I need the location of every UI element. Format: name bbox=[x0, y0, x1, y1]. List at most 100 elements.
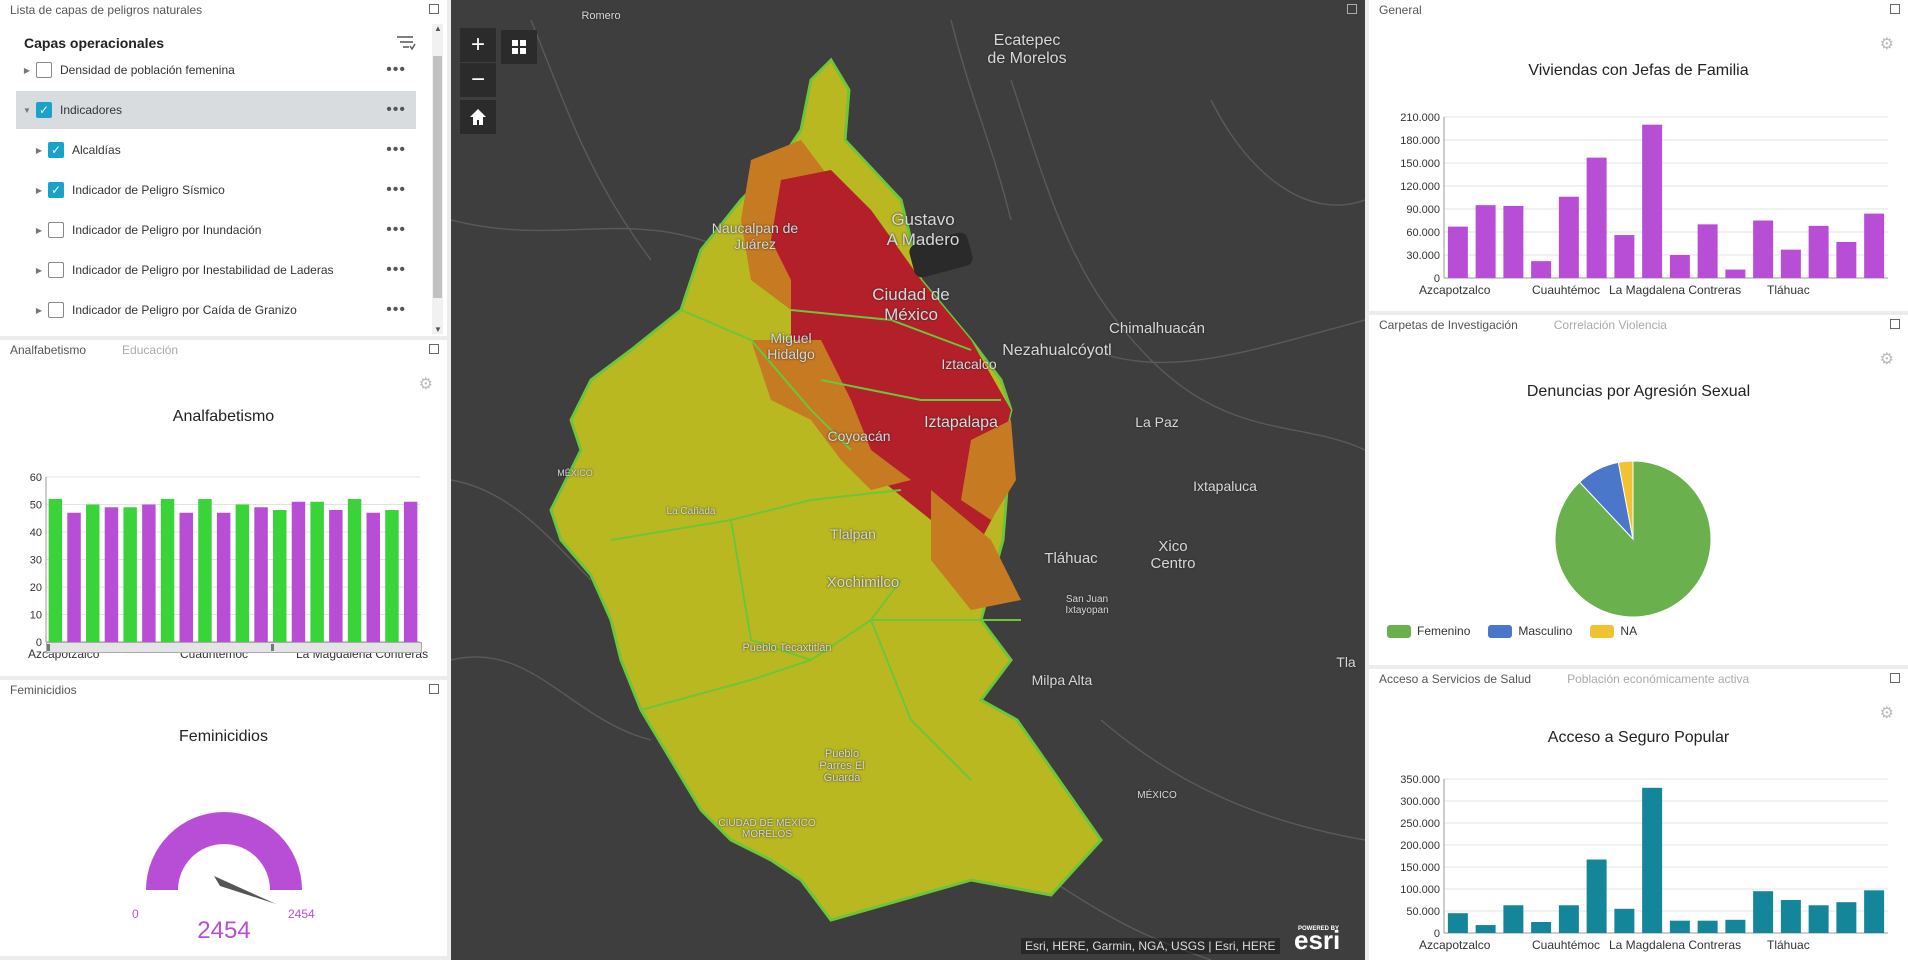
bar[interactable] bbox=[1864, 213, 1885, 278]
bar[interactable] bbox=[1669, 255, 1690, 278]
layer-item[interactable]: ▶ ✓ Indicador de Peligro Sísmico ••• bbox=[16, 171, 416, 209]
zoom-out-button[interactable]: − bbox=[460, 63, 496, 97]
bar[interactable] bbox=[1780, 900, 1801, 933]
layer-checkbox[interactable]: ✓ bbox=[48, 182, 64, 198]
layer-options-icon[interactable]: ••• bbox=[386, 301, 406, 319]
bar[interactable] bbox=[235, 504, 250, 643]
bar[interactable] bbox=[1614, 908, 1635, 933]
maximize-icon[interactable] bbox=[429, 684, 439, 694]
bar[interactable] bbox=[329, 510, 343, 642]
bar[interactable] bbox=[273, 510, 287, 642]
chart-scroll-slider[interactable] bbox=[46, 642, 422, 653]
bar[interactable] bbox=[1642, 787, 1663, 933]
bar[interactable] bbox=[123, 507, 137, 642]
layer-item[interactable]: ▼ ✓ Indicadores ••• bbox=[16, 91, 416, 129]
layer-item[interactable]: ▶ Indicador de Peligro por Caída de Grani… bbox=[16, 291, 416, 329]
bar[interactable] bbox=[1503, 905, 1524, 933]
bar[interactable] bbox=[1808, 225, 1829, 278]
slider-handle-center[interactable] bbox=[271, 644, 274, 651]
bar[interactable] bbox=[310, 501, 324, 642]
caret-right-icon[interactable]: ▶ bbox=[34, 186, 44, 195]
layer-item[interactable]: ▶ Indicador de Peligro por Inestabilidad … bbox=[16, 251, 416, 289]
maximize-icon[interactable] bbox=[1347, 4, 1357, 14]
bar[interactable] bbox=[1725, 269, 1746, 278]
scrollbar-up-icon[interactable]: ▲ bbox=[434, 24, 442, 33]
bar[interactable] bbox=[1475, 205, 1496, 278]
bar[interactable] bbox=[1864, 890, 1885, 933]
layer-options-icon[interactable]: ••• bbox=[386, 221, 406, 239]
bar[interactable] bbox=[1531, 922, 1552, 933]
bar[interactable] bbox=[1447, 913, 1468, 933]
caret-right-icon[interactable]: ▶ bbox=[34, 266, 44, 275]
gear-icon[interactable]: ⚙ bbox=[419, 374, 433, 394]
bar[interactable] bbox=[1780, 249, 1801, 278]
layer-item[interactable]: ▶ Densidad de población femenina ••• bbox=[16, 51, 416, 89]
layer-checkbox[interactable] bbox=[48, 302, 64, 318]
layer-checkbox[interactable]: ✓ bbox=[48, 142, 64, 158]
bar[interactable] bbox=[1475, 925, 1496, 933]
caret-right-icon[interactable]: ▶ bbox=[34, 306, 44, 315]
bar[interactable] bbox=[179, 512, 193, 642]
bar[interactable] bbox=[142, 504, 156, 643]
legend-item[interactable]: NA bbox=[1590, 624, 1637, 638]
filter-list-icon[interactable] bbox=[396, 34, 416, 52]
bar[interactable] bbox=[1697, 224, 1718, 278]
bar[interactable] bbox=[216, 512, 231, 642]
bar[interactable] bbox=[366, 512, 380, 642]
tab-analfabetismo[interactable]: Analfabetismo bbox=[10, 343, 86, 357]
layer-item[interactable]: ▶ ✓ Alcaldías ••• bbox=[16, 131, 416, 169]
bar[interactable] bbox=[1558, 905, 1579, 933]
legend-item[interactable]: Femenino bbox=[1387, 624, 1470, 638]
bar[interactable] bbox=[1753, 220, 1774, 279]
bar[interactable] bbox=[1531, 261, 1552, 278]
bar[interactable] bbox=[1642, 124, 1663, 279]
layer-options-icon[interactable]: ••• bbox=[386, 141, 406, 159]
legend-item[interactable]: Masculino bbox=[1488, 624, 1572, 638]
layer-options-icon[interactable]: ••• bbox=[386, 181, 406, 199]
basemap-gallery-button[interactable] bbox=[501, 30, 537, 64]
bar[interactable] bbox=[1447, 226, 1468, 278]
layer-options-icon[interactable]: ••• bbox=[386, 101, 406, 119]
maximize-icon[interactable] bbox=[1890, 673, 1900, 683]
bar[interactable] bbox=[48, 499, 63, 642]
bar[interactable] bbox=[254, 507, 268, 642]
bar[interactable] bbox=[403, 501, 418, 642]
caret-right-icon[interactable]: ▶ bbox=[34, 146, 44, 155]
gear-icon[interactable]: ⚙ bbox=[1880, 703, 1894, 723]
tab-acceso-salud[interactable]: Acceso a Servicios de Salud bbox=[1379, 672, 1531, 686]
bar[interactable] bbox=[1586, 859, 1607, 933]
maximize-icon[interactable] bbox=[429, 4, 439, 14]
bar[interactable] bbox=[104, 507, 119, 642]
bar[interactable] bbox=[86, 504, 100, 643]
layer-options-icon[interactable]: ••• bbox=[386, 261, 406, 279]
bar[interactable] bbox=[1558, 196, 1579, 278]
maximize-icon[interactable] bbox=[429, 344, 439, 354]
bar[interactable] bbox=[1753, 891, 1774, 933]
bar[interactable] bbox=[385, 510, 399, 642]
layer-checkbox[interactable]: ✓ bbox=[36, 102, 52, 118]
bar[interactable] bbox=[291, 501, 306, 642]
map-panel[interactable]: Romero Ecatepec de Morelos Naucalpan de Ju… bbox=[451, 0, 1365, 960]
bar[interactable] bbox=[1669, 920, 1690, 933]
maximize-icon[interactable] bbox=[1890, 4, 1900, 14]
maximize-icon[interactable] bbox=[1890, 319, 1900, 329]
scrollbar-down-icon[interactable]: ▼ bbox=[434, 325, 442, 334]
layer-checkbox[interactable] bbox=[48, 222, 64, 238]
slider-handle-left[interactable] bbox=[47, 644, 50, 651]
esri-logo[interactable]: esri bbox=[1294, 925, 1340, 956]
bar[interactable] bbox=[1836, 241, 1857, 278]
bar[interactable] bbox=[160, 499, 175, 642]
caret-right-icon[interactable]: ▶ bbox=[34, 226, 44, 235]
layer-options-icon[interactable]: ••• bbox=[386, 61, 406, 79]
bar[interactable] bbox=[1697, 920, 1718, 933]
layer-checkbox[interactable] bbox=[36, 62, 52, 78]
bar[interactable] bbox=[198, 499, 212, 642]
caret-down-icon[interactable]: ▼ bbox=[22, 106, 32, 115]
tab-correlacion-violencia[interactable]: Correlación Violencia bbox=[1554, 318, 1667, 332]
bar[interactable] bbox=[1808, 905, 1829, 933]
tab-poblacion-activa[interactable]: Población económicamente activa bbox=[1567, 672, 1749, 686]
tab-educacion[interactable]: Educación bbox=[122, 343, 178, 357]
zoom-in-button[interactable]: + bbox=[460, 28, 496, 62]
bar[interactable] bbox=[1586, 157, 1607, 278]
scrollbar[interactable]: ▲ ▼ bbox=[432, 24, 443, 334]
